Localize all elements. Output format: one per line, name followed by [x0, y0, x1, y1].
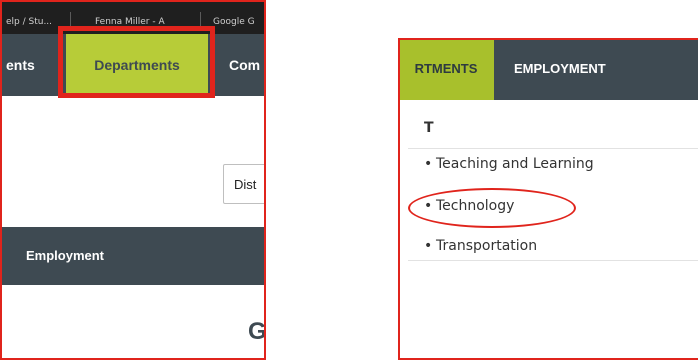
- tab-separator: [70, 12, 71, 28]
- sub-nav-employment[interactable]: Employment: [26, 248, 104, 263]
- browser-tab-bar: elp / Stu... Fenna Miller - A Google G: [0, 0, 266, 34]
- list-item-label: Transportation: [436, 238, 538, 254]
- divider: [408, 148, 698, 149]
- browser-tab[interactable]: Fenna Miller - A: [95, 17, 165, 27]
- right-screenshot-panel: RTMENTS EMPLOYMENT T • Teaching and Learn…: [398, 38, 698, 360]
- browser-tab[interactable]: elp / Stu...: [6, 17, 52, 27]
- divider: [408, 260, 698, 261]
- nav-item-students[interactable]: ents: [6, 34, 35, 96]
- left-screenshot-panel: elp / Stu... Fenna Miller - A Google G e…: [0, 0, 266, 360]
- district-select[interactable]: Dist: [223, 164, 266, 204]
- nav-item-departments[interactable]: RTMENTS: [398, 38, 494, 100]
- list-item-label: Technology: [436, 198, 515, 214]
- list-item-teaching-and-learning[interactable]: • Teaching and Learning: [424, 156, 594, 172]
- page-heading-partial: G: [248, 318, 266, 345]
- nav-item-community[interactable]: Com: [229, 34, 260, 96]
- site-main-nav: ents Departments Com: [0, 34, 266, 96]
- departments-nav: RTMENTS EMPLOYMENT: [398, 38, 698, 100]
- list-item-label: Teaching and Learning: [436, 156, 594, 172]
- bullet-icon: •: [424, 238, 433, 254]
- nav-item-employment[interactable]: EMPLOYMENT: [514, 38, 606, 100]
- bullet-icon: •: [424, 198, 433, 214]
- list-item-transportation[interactable]: • Transportation: [424, 238, 537, 254]
- browser-tab[interactable]: Google G: [213, 17, 255, 27]
- tab-separator: [200, 12, 201, 28]
- letter-group-heading: T: [424, 120, 434, 136]
- sub-nav-bar: Employment: [0, 227, 266, 285]
- bullet-icon: •: [424, 156, 433, 172]
- list-item-technology[interactable]: • Technology: [424, 198, 514, 214]
- nav-item-departments[interactable]: Departments: [66, 34, 208, 96]
